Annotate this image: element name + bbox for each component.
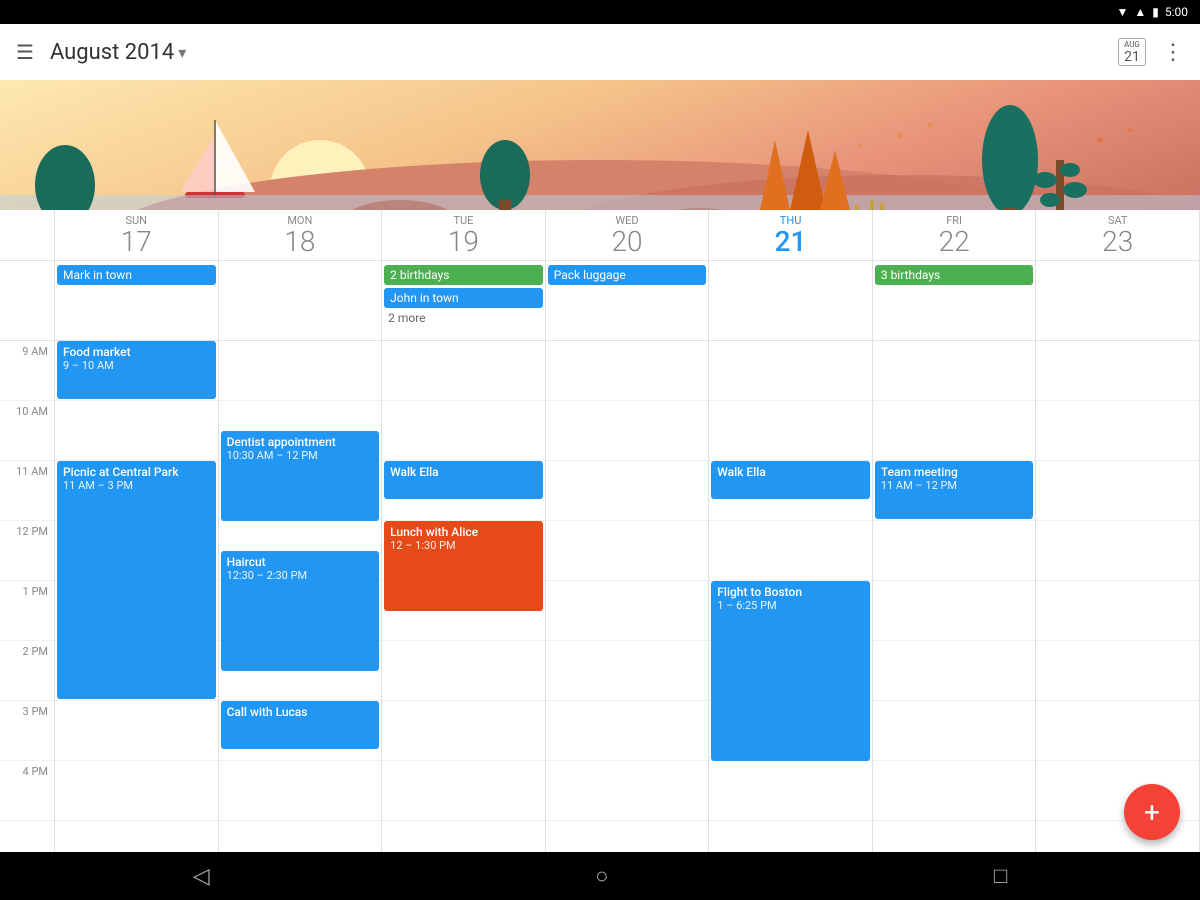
- time-grid: 9 AM 10 AM 11 AM 12 PM 1 PM 2 PM 3 PM 4 …: [0, 341, 1200, 852]
- day-col-mon: Dentist appointment 10:30 AM – 12 PM Hai…: [219, 341, 383, 852]
- day-headers: SUN 17 MON 18 TUE 19 WED 20 THU 21 FRI 2…: [0, 210, 1200, 261]
- allday-thu: [709, 261, 873, 340]
- event-pack-luggage[interactable]: Pack luggage: [548, 265, 707, 285]
- recent-nav-icon[interactable]: □: [994, 863, 1007, 889]
- day-header-tue: TUE 19: [382, 210, 546, 260]
- more-options-icon[interactable]: ⋮: [1162, 40, 1184, 65]
- event-john-in-town[interactable]: John in town: [384, 288, 543, 308]
- event-haircut[interactable]: Haircut 12:30 – 2:30 PM: [221, 551, 380, 671]
- menu-icon[interactable]: ☰: [16, 40, 34, 64]
- day-col-fri: Team meeting 11 AM – 12 PM: [873, 341, 1037, 852]
- event-3-birthdays-fri[interactable]: 3 birthdays: [875, 265, 1034, 285]
- calendar: SUN 17 MON 18 TUE 19 WED 20 THU 21 FRI 2…: [0, 210, 1200, 852]
- day-header-sun: SUN 17: [55, 210, 219, 260]
- bottom-nav: ◁ ○ □: [0, 852, 1200, 900]
- month-title-text: August 2014: [50, 40, 174, 65]
- event-flight-boston[interactable]: Flight to Boston 1 – 6:25 PM: [711, 581, 870, 761]
- allday-row: Mark in town 2 birthdays John in town 2 …: [0, 261, 1200, 341]
- event-dentist[interactable]: Dentist appointment 10:30 AM – 12 PM: [221, 431, 380, 521]
- month-title[interactable]: August 2014 ▾: [50, 40, 186, 65]
- title-arrow: ▾: [178, 43, 186, 62]
- day-col-sun: Food market 9 – 10 AM Picnic at Central …: [55, 341, 219, 852]
- event-team-meeting[interactable]: Team meeting 11 AM – 12 PM: [875, 461, 1034, 519]
- battery-icon: ▮: [1152, 5, 1159, 19]
- day-col-tue: Walk Ella Lunch with Alice 12 – 1:30 PM: [382, 341, 546, 852]
- day-header-thu: THU 21: [709, 210, 873, 260]
- add-event-fab[interactable]: +: [1124, 784, 1180, 840]
- event-2-birthdays-tue[interactable]: 2 birthdays: [384, 265, 543, 285]
- allday-tue: 2 birthdays John in town 2 more: [382, 261, 546, 340]
- back-nav-icon[interactable]: ◁: [193, 864, 210, 889]
- status-bar: ▼ ▲ ▮ 5:00: [0, 0, 1200, 24]
- day-col-sat: [1036, 341, 1200, 852]
- time-column: 9 AM 10 AM 11 AM 12 PM 1 PM 2 PM 3 PM 4 …: [0, 341, 55, 852]
- home-nav-icon[interactable]: ○: [595, 863, 608, 889]
- event-lunch-alice[interactable]: Lunch with Alice 12 – 1:30 PM: [384, 521, 543, 611]
- allday-mon: [219, 261, 383, 340]
- event-walk-ella-thu[interactable]: Walk Ella: [711, 461, 870, 499]
- event-food-market[interactable]: Food market 9 – 10 AM: [57, 341, 216, 399]
- event-walk-ella-tue[interactable]: Walk Ella: [384, 461, 543, 499]
- event-call-lucas[interactable]: Call with Lucas: [221, 701, 380, 749]
- calendar-today-icon[interactable]: AUG 21: [1118, 38, 1146, 66]
- signal-icon: ▲: [1134, 5, 1146, 19]
- banner: [0, 80, 1200, 210]
- event-mark-in-town[interactable]: Mark in town: [57, 265, 216, 285]
- allday-wed: Pack luggage: [546, 261, 710, 340]
- day-header-mon: MON 18: [219, 210, 383, 260]
- allday-sun: Mark in town: [55, 261, 219, 340]
- allday-sat: [1036, 261, 1200, 340]
- wifi-icon: ▼: [1116, 5, 1128, 19]
- day-col-wed: [546, 341, 710, 852]
- day-header-fri: FRI 22: [873, 210, 1037, 260]
- header: ☰ August 2014 ▾ AUG 21 ⋮: [0, 24, 1200, 80]
- more-events-tue[interactable]: 2 more: [384, 311, 543, 325]
- day-header-wed: WED 20: [546, 210, 710, 260]
- status-time: 5:00: [1165, 5, 1188, 19]
- day-header-sat: SAT 23: [1036, 210, 1200, 260]
- day-col-thu: Walk Ella Flight to Boston 1 – 6:25 PM: [709, 341, 873, 852]
- event-picnic-central-park[interactable]: Picnic at Central Park 11 AM – 3 PM: [57, 461, 216, 699]
- allday-fri: 3 birthdays: [873, 261, 1037, 340]
